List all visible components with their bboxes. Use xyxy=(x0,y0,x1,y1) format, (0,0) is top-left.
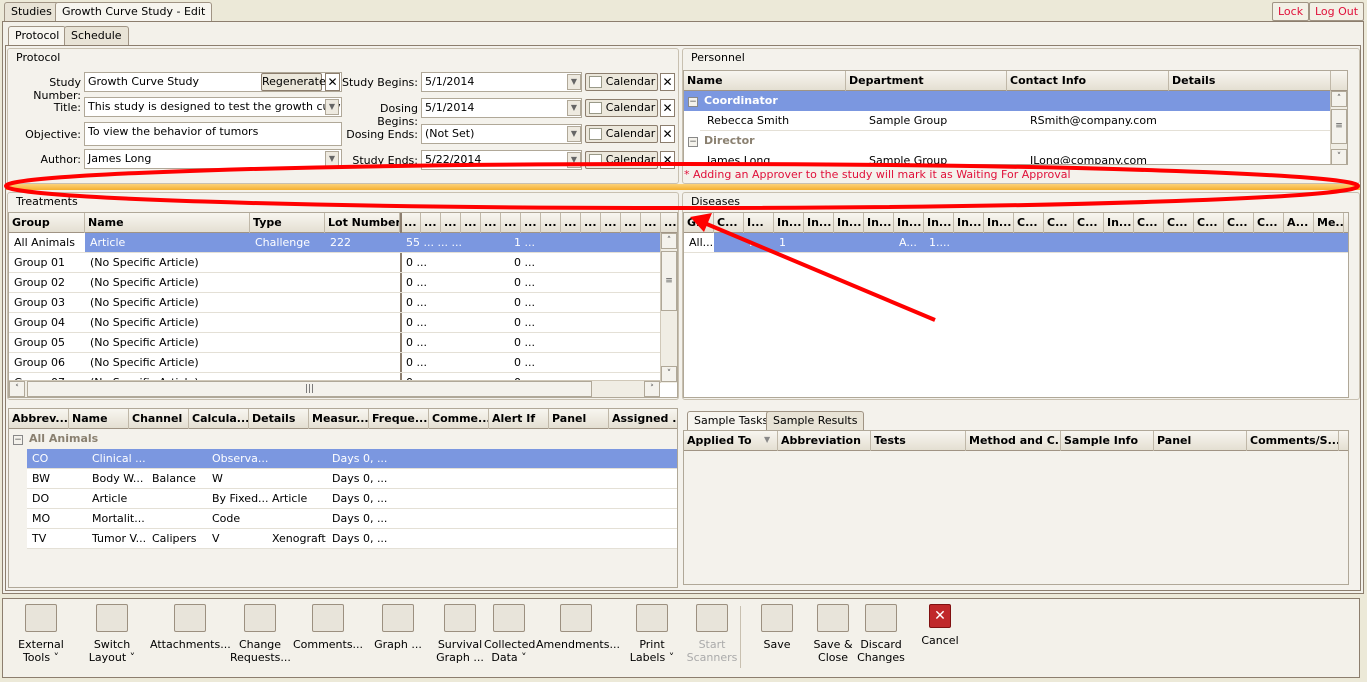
annotation-arrowhead xyxy=(690,213,712,232)
annotation-arrow xyxy=(701,220,936,322)
annotation-ellipse xyxy=(4,162,1360,210)
annotation-overlay xyxy=(4,162,1360,322)
